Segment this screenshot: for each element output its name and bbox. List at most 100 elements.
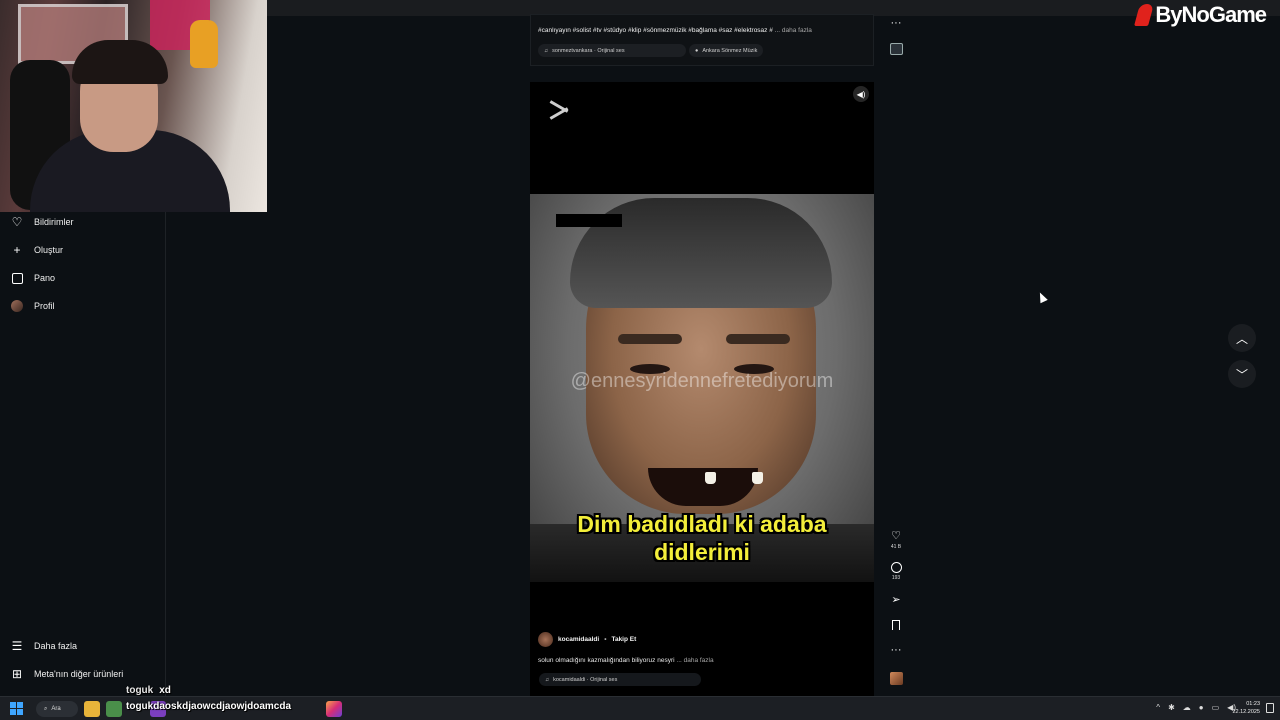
music-note-icon: ♫ — [545, 676, 550, 683]
sidebar-item-meta-apps[interactable]: ⊞ Meta'nın diğer ürünleri — [10, 667, 123, 681]
options-button[interactable]: ··· — [882, 644, 910, 656]
chevron-up-icon[interactable]: ^ — [1156, 703, 1160, 712]
person-tooth-left — [705, 472, 716, 484]
follow-button[interactable]: Takip Et — [611, 636, 636, 643]
like-count: 41 B — [890, 544, 902, 550]
mute-toggle-icon[interactable]: ◀) — [853, 86, 869, 102]
heart-icon: ♡ — [891, 530, 901, 542]
system-tray: ^ ✱ ☁ ● ▭ ◀) — [1156, 703, 1236, 712]
previous-post-options-button[interactable]: ··· — [882, 17, 910, 29]
clock-date: 22.12.2025 — [1232, 709, 1260, 715]
person-brow-left — [618, 334, 682, 344]
stream-chat-message: toguk xd — [126, 685, 171, 696]
send-icon: ➢ — [891, 594, 901, 606]
taskbar-app-icon[interactable] — [106, 701, 122, 717]
network-icon[interactable]: ✱ — [1168, 703, 1175, 712]
streamer-webcam-overlay — [0, 0, 267, 212]
sidebar-item-notifications[interactable]: ♡ Bildirimler — [10, 215, 74, 229]
capcut-logo-icon — [547, 101, 571, 119]
display-icon[interactable]: ▭ — [1212, 703, 1220, 712]
reels-feed: #canlıyayın #solist #tv #stüdyo #klip #s… — [530, 0, 874, 696]
video-top-band: ◀) — [530, 82, 874, 194]
chat-text: daoskdjaowcdjaowjdoamcda — [153, 701, 292, 712]
meta-apps-icon: ⊞ — [11, 667, 23, 681]
chat-username: toguk — [126, 701, 154, 712]
taskbar-clock[interactable]: 01:23 22.12.2025 — [1232, 700, 1260, 716]
search-icon: ⌕ — [44, 705, 48, 712]
reel-author: kocamidaaldi • Takip Et — [538, 632, 636, 647]
grid-thumbnail-icon — [889, 43, 903, 55]
stream-chat-message: togukdaoskdjaowcdjaowjdoamcda — [126, 701, 291, 712]
comment-count: 193 — [891, 575, 901, 581]
sidebar-item-profile[interactable]: Profil — [10, 299, 55, 313]
clock-time: 01:23 — [1246, 701, 1260, 707]
brand-name: ByNoGame — [1155, 2, 1267, 27]
music-note-icon: ♫ — [544, 47, 549, 54]
cloud-icon[interactable]: ☁ — [1183, 703, 1191, 712]
video-watermark: @ennesyridennefretediyorum — [570, 370, 834, 392]
share-button[interactable]: ➢ — [882, 594, 910, 606]
plus-icon: + — [13, 243, 21, 257]
separator-dot: • — [604, 636, 607, 643]
microphone-icon[interactable]: ● — [1199, 703, 1204, 712]
menu-icon: ☰ — [11, 639, 23, 653]
redaction-bar — [556, 214, 622, 227]
person-brow-right — [726, 334, 790, 344]
caption-line-1: Dim badıdladı ki adaba — [577, 511, 827, 537]
previous-post-location[interactable]: ● Ankara Sönmez Müzik — [689, 44, 764, 57]
chat-username: toguk — [126, 685, 154, 696]
webcam-streamer-hair — [72, 40, 168, 84]
previous-reel-button[interactable]: ︿ — [1228, 324, 1256, 352]
previous-post-thumbnail[interactable] — [882, 43, 910, 55]
chevron-up-icon: ︿ — [1235, 331, 1248, 346]
sidebar: ♡ Bildirimler + Oluştur Pano Profil ☰ Da… — [0, 212, 166, 696]
sidebar-item-label: Bildirimler — [34, 217, 74, 227]
avatar-icon — [10, 299, 24, 313]
sidebar-item-more[interactable]: ☰ Daha fazla — [10, 639, 77, 653]
audio-thumbnail[interactable] — [882, 672, 910, 685]
previous-post-hashtags: #canlıyayın #solist #tv #stüdyo #klip #s… — [538, 27, 812, 34]
next-reel-button[interactable]: ﹀ — [1228, 360, 1256, 388]
comment-button[interactable]: 193 — [882, 562, 910, 581]
sidebar-item-label: Meta'nın diğer ürünleri — [34, 669, 124, 679]
video-caption: Dim badıdladı ki adaba didlerimi — [530, 510, 874, 566]
reel-description: solun olmadığını kazmalığından biliyoruz… — [538, 657, 714, 664]
audio-thumbnail-icon — [889, 672, 903, 685]
brand-mark-icon — [1134, 4, 1155, 26]
mouse-cursor-icon — [1036, 290, 1048, 304]
sidebar-item-label: Daha fazla — [34, 641, 78, 651]
previous-post-card: #canlıyayın #solist #tv #stüdyo #klip #s… — [530, 14, 874, 66]
save-button[interactable] — [882, 620, 910, 630]
windows-start-icon[interactable] — [10, 702, 23, 715]
bookmark-icon — [892, 620, 900, 630]
sidebar-item-create[interactable]: + Oluştur — [10, 243, 63, 257]
reel-actions: ··· ♡ 41 B 193 ➢ ··· — [882, 0, 910, 696]
chevron-down-icon: ﹀ — [1235, 367, 1248, 382]
comment-icon — [890, 562, 902, 573]
sidebar-item-label: Pano — [34, 273, 56, 283]
person-tooth-right — [752, 472, 763, 484]
video-frame-photo: @ennesyridennefretediyorum Dim badıdladı… — [530, 194, 874, 582]
author-name[interactable]: kocamidaaldi — [558, 636, 599, 643]
more-link[interactable]: ... daha fazla — [676, 657, 713, 664]
reel-video[interactable]: ◀) @ennesyridennefretediyorum Dim badıdl… — [530, 82, 874, 582]
sidebar-item-dashboard[interactable]: Pano — [10, 271, 55, 285]
instagram-icon[interactable] — [326, 701, 342, 717]
more-link[interactable]: ... daha fazla — [775, 27, 812, 34]
reel-meta: kocamidaaldi • Takip Et solun olmadığını… — [530, 582, 874, 696]
heart-icon: ♡ — [11, 215, 23, 229]
sidebar-item-label: Profil — [34, 301, 55, 311]
more-dots-icon: ··· — [890, 17, 902, 29]
dashboard-icon — [10, 271, 24, 285]
reel-audio[interactable]: ♫ kocamidaaldi · Orijinal ses — [539, 673, 701, 686]
more-dots-icon: ··· — [890, 644, 902, 656]
previous-post-audio[interactable]: ♫ sonmeztvankara · Orijinal ses — [538, 44, 686, 57]
notifications-icon[interactable] — [1266, 703, 1274, 713]
author-avatar[interactable] — [538, 632, 553, 647]
file-explorer-icon[interactable] — [84, 701, 100, 717]
chat-text: xd — [159, 685, 171, 696]
webcam-figurine — [190, 20, 218, 68]
location-pin-icon: ● — [695, 47, 699, 54]
like-button[interactable]: ♡ 41 B — [882, 530, 910, 550]
taskbar-search[interactable]: ⌕ Ara — [36, 701, 78, 717]
